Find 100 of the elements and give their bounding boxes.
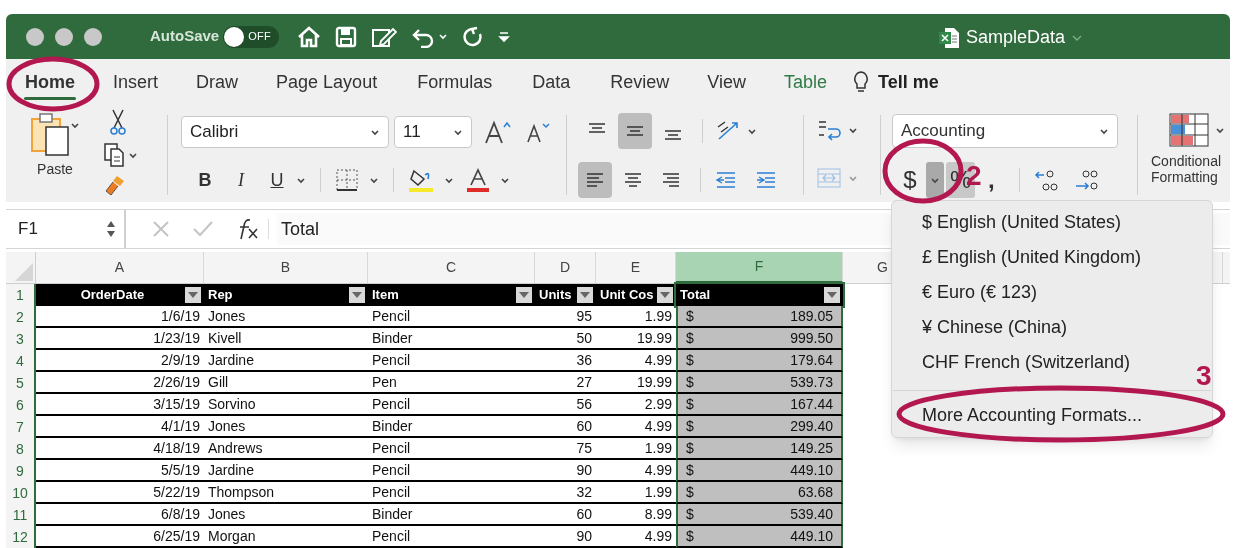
column-header[interactable]: A — [36, 252, 204, 283]
conditional-formatting-icon[interactable] — [1169, 113, 1209, 147]
table-cell-text: 1.99 — [643, 482, 672, 502]
row-header[interactable]: 5 — [6, 372, 36, 394]
header-cell-text: OrderDate — [79, 286, 146, 305]
row-header[interactable]: 10 — [6, 482, 36, 504]
ribbon-tab[interactable]: View — [704, 64, 749, 100]
ribbon-tab[interactable]: Review — [607, 64, 673, 100]
number-format-dropdown[interactable]: Accounting — [892, 114, 1118, 148]
paste-label: Paste — [37, 160, 73, 179]
fill-color-icon[interactable] — [408, 167, 434, 193]
middle-align-button[interactable] — [618, 113, 652, 149]
filter-dropdown-icon[interactable] — [349, 287, 365, 303]
currency-button[interactable]: $ — [896, 162, 924, 198]
column-header[interactable]: F — [676, 252, 843, 283]
ribbon-tab[interactable]: Insert — [110, 64, 162, 100]
currency-symbol: $ — [686, 350, 694, 370]
row-header[interactable]: 4 — [6, 350, 36, 372]
table-cell-text: 189.05 — [790, 306, 833, 326]
caret-icon[interactable] — [1215, 125, 1225, 135]
filter-dropdown-icon[interactable] — [185, 287, 201, 303]
row-header[interactable]: 3 — [6, 328, 36, 350]
row-header[interactable]: 1 — [6, 284, 36, 306]
tell-me-button[interactable]: Tell me — [851, 68, 939, 96]
menu-item[interactable]: CHF French (Switzerland) — [922, 345, 1131, 380]
table-cell-text: 19.99 — [635, 328, 672, 348]
ribbon-tab[interactable]: Draw — [193, 64, 242, 100]
filter-dropdown-icon[interactable] — [577, 287, 593, 303]
table-cell-text: 60 — [575, 416, 592, 436]
caret-icon[interactable] — [370, 127, 380, 137]
window-control-button[interactable] — [55, 27, 73, 46]
table-cell-text: 449.10 — [790, 526, 833, 546]
italic-button[interactable]: I — [224, 165, 258, 195]
filter-dropdown-icon[interactable] — [657, 287, 673, 303]
row-header[interactable]: 9 — [6, 460, 36, 482]
row-header[interactable]: 12 — [6, 526, 36, 548]
row-header[interactable]: 2 — [6, 306, 36, 328]
currency-dropdown-button[interactable] — [926, 162, 944, 198]
window-control-button[interactable] — [26, 27, 44, 46]
table-cell-text: 179.64 — [790, 350, 833, 370]
column-header[interactable]: C — [368, 252, 535, 283]
bold-button[interactable]: B — [188, 165, 222, 195]
decrease-font-size-icon[interactable] — [526, 121, 552, 143]
edit-icon[interactable] — [371, 25, 398, 48]
font-name-dropdown[interactable]: Calibri — [181, 116, 389, 148]
column-header[interactable]: B — [204, 252, 368, 283]
home-icon[interactable] — [297, 25, 322, 48]
save-icon[interactable] — [335, 25, 358, 48]
customize-toolbar-icon[interactable] — [498, 29, 511, 44]
caret-icon[interactable] — [296, 175, 306, 185]
ribbon-tab[interactable]: Table — [780, 64, 830, 100]
column-header[interactable]: D — [535, 252, 596, 283]
menu-item[interactable]: ¥ Chinese (China) — [922, 310, 1068, 345]
row-header[interactable]: 11 — [6, 504, 36, 526]
row-header[interactable]: 6 — [6, 394, 36, 416]
excel-file-icon — [938, 26, 960, 49]
menu-item[interactable]: € Euro (€ 123) — [922, 275, 1038, 310]
copy-icon[interactable] — [103, 142, 125, 168]
underline-button[interactable]: U — [260, 165, 294, 195]
stepper-icon[interactable] — [106, 219, 116, 239]
caret-icon[interactable] — [930, 175, 940, 185]
filter-dropdown-icon[interactable] — [824, 287, 840, 303]
increase-font-size-icon[interactable] — [484, 120, 512, 144]
caret-icon[interactable] — [369, 175, 379, 185]
autosave-toggle[interactable]: OFF — [223, 25, 280, 48]
table-cell-text: 90 — [575, 460, 592, 480]
ribbon-tab[interactable]: Formulas — [414, 64, 496, 100]
ribbon-tab[interactable]: Data — [529, 64, 574, 100]
cut-icon[interactable] — [109, 108, 127, 136]
ribbon-tab[interactable]: Page Layout — [273, 64, 381, 100]
window-control-button[interactable] — [84, 27, 102, 46]
filter-dropdown-icon[interactable] — [516, 287, 532, 303]
table-cell-text: 1.99 — [643, 438, 672, 458]
caret-icon[interactable] — [500, 175, 510, 185]
caret-icon[interactable] — [438, 32, 449, 41]
row-header[interactable]: 7 — [6, 416, 36, 438]
redo-icon[interactable] — [462, 25, 485, 48]
format-painter-icon[interactable] — [103, 173, 127, 197]
decrease-decimal-icon[interactable] — [1074, 167, 1101, 193]
currency-symbol: $ — [686, 394, 694, 414]
caret-icon[interactable] — [444, 175, 454, 185]
table-cell-text: Gill — [208, 372, 230, 392]
table-cell-text: Kivell — [208, 328, 243, 348]
caret-icon[interactable] — [747, 126, 757, 136]
caret-icon[interactable] — [128, 150, 138, 160]
increase-decimal-icon[interactable] — [1034, 167, 1061, 193]
paste-icon[interactable] — [30, 111, 70, 157]
currency-symbol: $ — [686, 482, 694, 502]
borders-icon[interactable] — [335, 168, 359, 192]
table-cell-text: 8.99 — [643, 504, 672, 524]
caret-icon[interactable] — [848, 125, 858, 135]
name-box[interactable]: F1 — [6, 210, 126, 248]
align-left-button[interactable] — [578, 162, 612, 198]
font-color-icon[interactable] — [466, 167, 490, 193]
caret-icon[interactable] — [453, 127, 463, 137]
row-header[interactable]: 8 — [6, 438, 36, 460]
caret-icon[interactable] — [1099, 126, 1109, 136]
currency-symbol: $ — [686, 526, 694, 546]
header-cell-text: Total — [680, 286, 711, 305]
font-size-dropdown[interactable]: 11 — [394, 116, 472, 148]
